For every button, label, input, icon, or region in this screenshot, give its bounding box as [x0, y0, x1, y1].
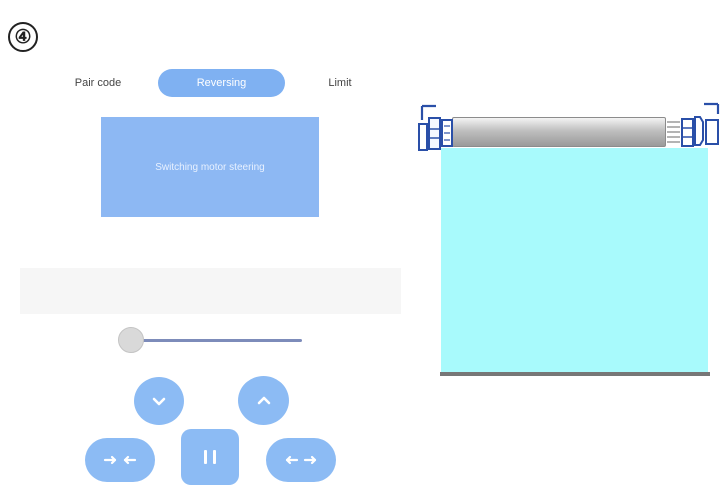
switch-motor-steering-label: Switching motor steering	[155, 161, 265, 173]
open-button[interactable]	[266, 438, 336, 482]
arrows-outward-icon	[285, 455, 317, 465]
arrows-inward-icon	[103, 455, 137, 465]
chevron-up-icon	[257, 396, 270, 404]
close-button[interactable]	[85, 438, 155, 482]
tab-limit[interactable]: Limit	[310, 69, 370, 97]
blind-bottom-rail	[440, 372, 710, 376]
tab-reversing[interactable]: Reversing	[158, 69, 285, 97]
chevron-down-icon	[152, 397, 166, 406]
pause-icon	[204, 450, 216, 464]
switch-motor-steering-button[interactable]: Switching motor steering	[101, 117, 319, 217]
roller-tube	[452, 117, 666, 147]
right-bracket-icon	[667, 102, 720, 147]
tab-pair-code[interactable]: Pair code	[58, 69, 138, 97]
pause-button[interactable]	[181, 429, 239, 485]
down-button[interactable]	[134, 377, 184, 425]
blind-fabric	[441, 148, 708, 372]
step-number-badge: ④	[8, 22, 38, 52]
info-panel	[20, 268, 401, 314]
position-slider-track[interactable]	[130, 339, 302, 342]
left-bracket-icon	[418, 104, 453, 151]
position-slider-thumb[interactable]	[118, 327, 144, 353]
up-button[interactable]	[238, 376, 289, 425]
